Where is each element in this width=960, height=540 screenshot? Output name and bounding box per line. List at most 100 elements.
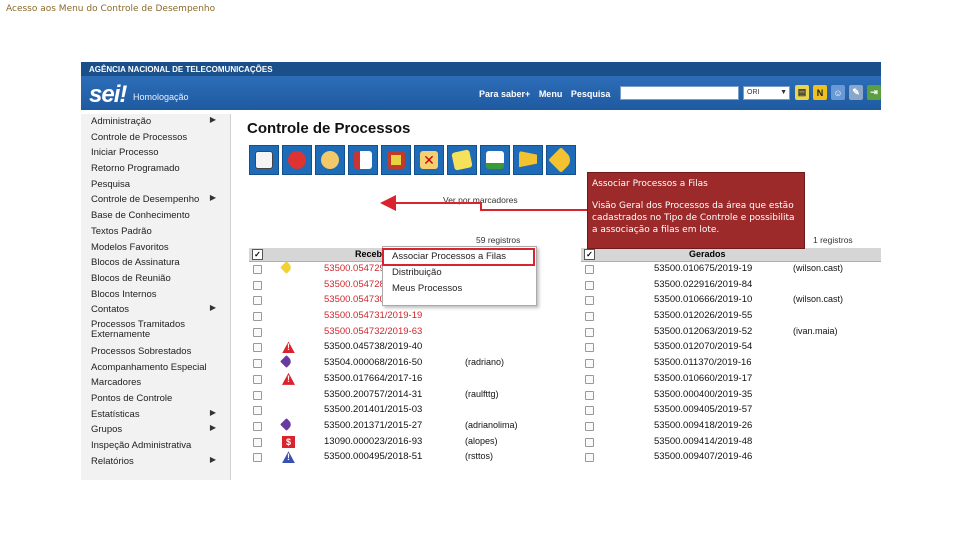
notes-icon[interactable] (447, 145, 477, 175)
sidebar-item[interactable]: Blocos de Reunião (81, 271, 230, 287)
row-checkbox[interactable] (585, 343, 594, 353)
process-link[interactable]: 53500.201401/2015-03 (324, 404, 422, 415)
select-all-checkbox[interactable]: ✓ (252, 249, 263, 260)
unit-select[interactable]: ORI ▼ (743, 86, 790, 100)
process-link[interactable]: 53500.012063/2019-52 (654, 326, 752, 337)
sidebar-item[interactable]: Acompanhamento Especial (81, 360, 230, 376)
generated-header-title[interactable]: Gerados (689, 249, 726, 259)
restricted-icon[interactable]: $ (282, 435, 295, 448)
sidebar-item[interactable]: Base de Conhecimento (81, 208, 230, 224)
process-link[interactable]: 53500.200757/2014-31 (324, 389, 422, 400)
n-icon[interactable]: N (813, 85, 827, 100)
sidebar-item[interactable]: Retorno Programado (81, 161, 230, 177)
row-checkbox[interactable] (253, 453, 262, 463)
alert-icon[interactable]: ! (282, 341, 295, 354)
process-link[interactable]: 53500.012026/2019-55 (654, 310, 752, 321)
row-checkbox[interactable] (585, 374, 594, 384)
row-checkbox[interactable] (585, 280, 594, 290)
sidebar-item[interactable]: Controle de Desempenho ▶ (81, 192, 230, 208)
cancel-icon[interactable]: ✕ (414, 145, 444, 175)
sidebar-item[interactable]: Blocos de Assinatura (81, 255, 230, 271)
sidebar-item[interactable]: Controle de Processos (81, 130, 230, 146)
new-doc-icon[interactable] (480, 145, 510, 175)
row-checkbox[interactable] (585, 390, 594, 400)
row-checkbox[interactable] (585, 296, 594, 306)
row-checkbox[interactable] (585, 421, 594, 431)
process-link[interactable]: 53500.010660/2019-17 (654, 373, 752, 384)
process-link[interactable]: 53500.045738/2019-40 (324, 341, 422, 352)
exit-icon[interactable]: ⇥ (867, 85, 881, 100)
row-checkbox[interactable] (585, 265, 594, 274)
sidebar-item[interactable]: Inspeção Administrativa (81, 438, 230, 454)
submenu-item-associar-filas[interactable]: Associar Processos a Filas (382, 248, 535, 266)
row-checkbox[interactable] (253, 374, 262, 384)
sidebar-item[interactable]: Processos Tramitados Externamente (81, 318, 230, 344)
row-checkbox[interactable] (253, 296, 262, 306)
sidebar-item[interactable]: Processos Sobrestados (81, 344, 230, 360)
sidebar-item[interactable]: Pontos de Controle (81, 391, 230, 407)
process-link[interactable]: 53504.000068/2016-50 (324, 357, 422, 368)
process-link[interactable]: 53500.010666/2019-10 (654, 294, 752, 305)
row-checkbox[interactable] (585, 406, 594, 416)
sidebar-item[interactable]: Modelos Favoritos (81, 240, 230, 256)
process-link[interactable]: 53500.000495/2018-51 (324, 451, 422, 462)
sei-logo[interactable]: sei! (89, 81, 127, 109)
process-link[interactable]: 53500.000400/2019-35 (654, 389, 752, 400)
tag-icon[interactable] (546, 145, 576, 175)
tag-icon[interactable] (280, 261, 293, 274)
row-checkbox[interactable] (253, 359, 262, 369)
sidebar-item[interactable]: Relatórios ▶ (81, 454, 230, 470)
row-checkbox[interactable] (585, 327, 594, 337)
row-checkbox[interactable] (253, 265, 262, 274)
process-link[interactable]: 53500.010675/2019-19 (654, 263, 752, 274)
sidebar-item[interactable]: Administração ▶ (81, 114, 230, 130)
documents-icon[interactable] (348, 145, 378, 175)
sidebar-item[interactable]: Marcadores (81, 375, 230, 391)
notepad-icon[interactable]: ▤ (795, 85, 809, 100)
sidebar-item[interactable]: Iniciar Processo (81, 145, 230, 161)
row-checkbox[interactable] (585, 359, 594, 369)
process-link[interactable]: 53500.017664/2017-16 (324, 373, 422, 384)
send-icon[interactable] (249, 145, 279, 175)
sidebar-item[interactable]: Contatos ▶ (81, 302, 230, 318)
search-input[interactable] (620, 86, 739, 100)
submenu-item-distribuicao[interactable]: Distribuição (383, 265, 536, 281)
pesquisa-link[interactable]: Pesquisa (571, 89, 611, 99)
process-link[interactable]: 53500.009414/2019-48 (654, 436, 752, 447)
user-icon[interactable]: ☺ (831, 85, 845, 100)
flag-icon[interactable] (513, 145, 543, 175)
sidebar-item[interactable]: Estatísticas ▶ (81, 407, 230, 423)
alert-icon[interactable]: ! (282, 372, 295, 385)
process-link[interactable]: 53500.022916/2019-84 (654, 279, 752, 290)
sobrestar-icon[interactable] (381, 145, 411, 175)
process-link[interactable]: 53500.011370/2019-16 (654, 357, 752, 368)
tag-icon[interactable] (280, 418, 293, 431)
menu-link[interactable]: Menu (539, 89, 563, 99)
row-checkbox[interactable] (585, 312, 594, 322)
sidebar-item[interactable]: Textos Padrão (81, 224, 230, 240)
row-checkbox[interactable] (253, 343, 262, 353)
tag-icon[interactable] (280, 355, 293, 368)
row-checkbox[interactable] (253, 421, 262, 431)
warning-icon[interactable]: ! (282, 451, 295, 464)
row-checkbox[interactable] (253, 437, 262, 447)
row-checkbox[interactable] (253, 390, 262, 400)
row-checkbox[interactable] (585, 453, 594, 463)
row-checkbox[interactable] (253, 312, 262, 322)
sidebar-item[interactable]: Blocos Internos (81, 287, 230, 303)
process-link[interactable]: 53500.009418/2019-26 (654, 420, 752, 431)
sidebar-item[interactable]: Grupos ▶ (81, 422, 230, 438)
process-link[interactable]: 53500.054731/2019-19 (324, 310, 422, 321)
tools-icon[interactable]: ✎ (849, 85, 863, 100)
select-all-checkbox[interactable]: ✓ (584, 249, 595, 260)
process-link[interactable]: 53500.201371/2015-27 (324, 420, 422, 431)
process-link[interactable]: 53500.012070/2019-54 (654, 341, 752, 352)
row-checkbox[interactable] (253, 406, 262, 416)
process-link[interactable]: 53500.054732/2019-63 (324, 326, 422, 337)
row-checkbox[interactable] (253, 280, 262, 290)
tools-icon[interactable] (282, 145, 312, 175)
submenu-item-meus-processos[interactable]: Meus Processos (383, 281, 536, 297)
row-checkbox[interactable] (253, 327, 262, 337)
process-link[interactable]: 53500.009407/2019-46 (654, 451, 752, 462)
process-link[interactable]: 53500.009405/2019-57 (654, 404, 752, 415)
